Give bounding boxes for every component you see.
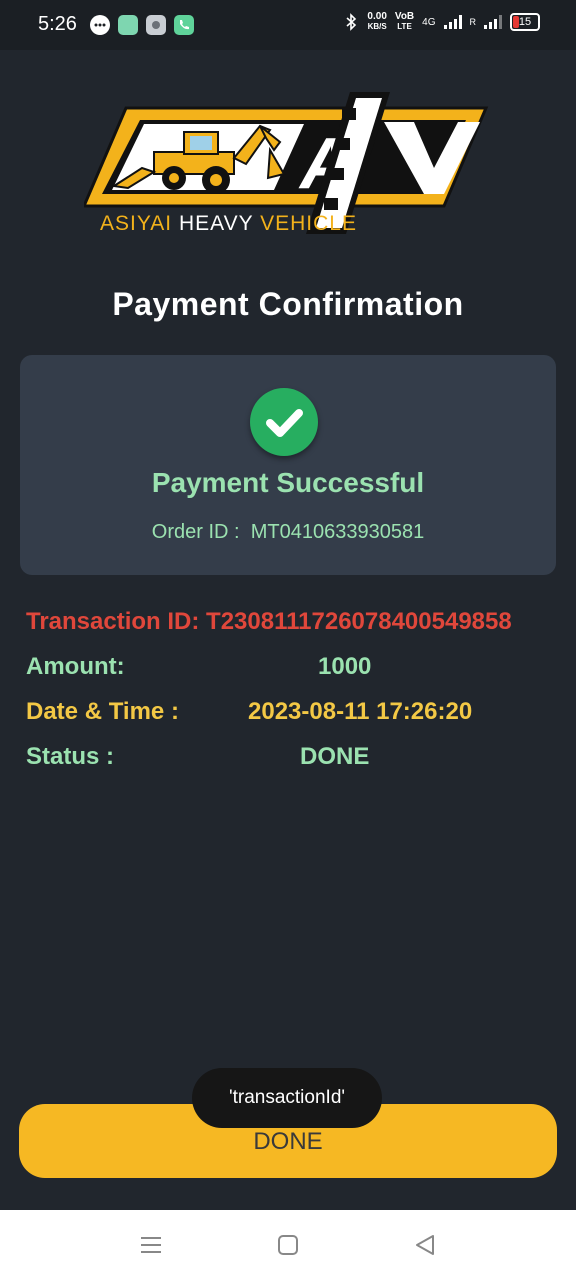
status-label: Status : (26, 743, 115, 770)
phone-app-icon (174, 15, 194, 35)
gallery-app-icon (118, 15, 138, 35)
back-triangle-icon[interactable] (414, 1234, 436, 1256)
order-id: Order ID : MT0410633930581 (151, 521, 425, 543)
settings-app-icon (146, 15, 166, 35)
signal-icon-2 (484, 15, 502, 29)
network-type: 4G (422, 16, 436, 28)
amount-label: Amount: (26, 653, 125, 680)
amount-value: 1000 (318, 653, 372, 680)
status-time: 5:26 (38, 13, 77, 35)
net-speed: 0.00 KB/S (367, 11, 387, 32)
status-icons: 0.00 KB/S VoB LTE 4G R 15 (343, 12, 540, 32)
system-nav-bar (0, 1210, 576, 1280)
status-bar: 5:26 0.00 KB/S VoB LTE 4G R 15 (0, 0, 576, 50)
payment-status-text: Payment Successful (151, 467, 425, 498)
check-circle-icon (250, 388, 318, 456)
home-square-icon[interactable] (277, 1234, 299, 1256)
status-value: DONE (300, 743, 370, 770)
logo-tagline: ASIYAI HEAVY VEHICLE (100, 212, 357, 235)
toast-message: 'transactionId' (192, 1068, 382, 1128)
battery-icon: 15 (510, 13, 540, 31)
page-title: Payment Confirmation (112, 286, 464, 322)
roaming-label: R (469, 17, 477, 27)
datetime-label: Date & Time : (26, 698, 179, 725)
datetime-value: 2023-08-11 17:26:20 (248, 698, 473, 725)
bluetooth-icon (346, 13, 357, 31)
messenger-icon (90, 15, 110, 35)
signal-icon (443, 15, 462, 29)
transaction-label: Transaction ID: (26, 608, 200, 635)
transaction-row: Transaction ID: T2308111726078400549858 (26, 608, 512, 636)
menu-icon[interactable] (140, 1234, 162, 1256)
transaction-id: T2308111726078400549858 (206, 608, 512, 635)
payment-status-card: Payment Successful Order ID : MT04106339… (20, 355, 556, 575)
volte-badge: VoB LTE (394, 11, 415, 32)
